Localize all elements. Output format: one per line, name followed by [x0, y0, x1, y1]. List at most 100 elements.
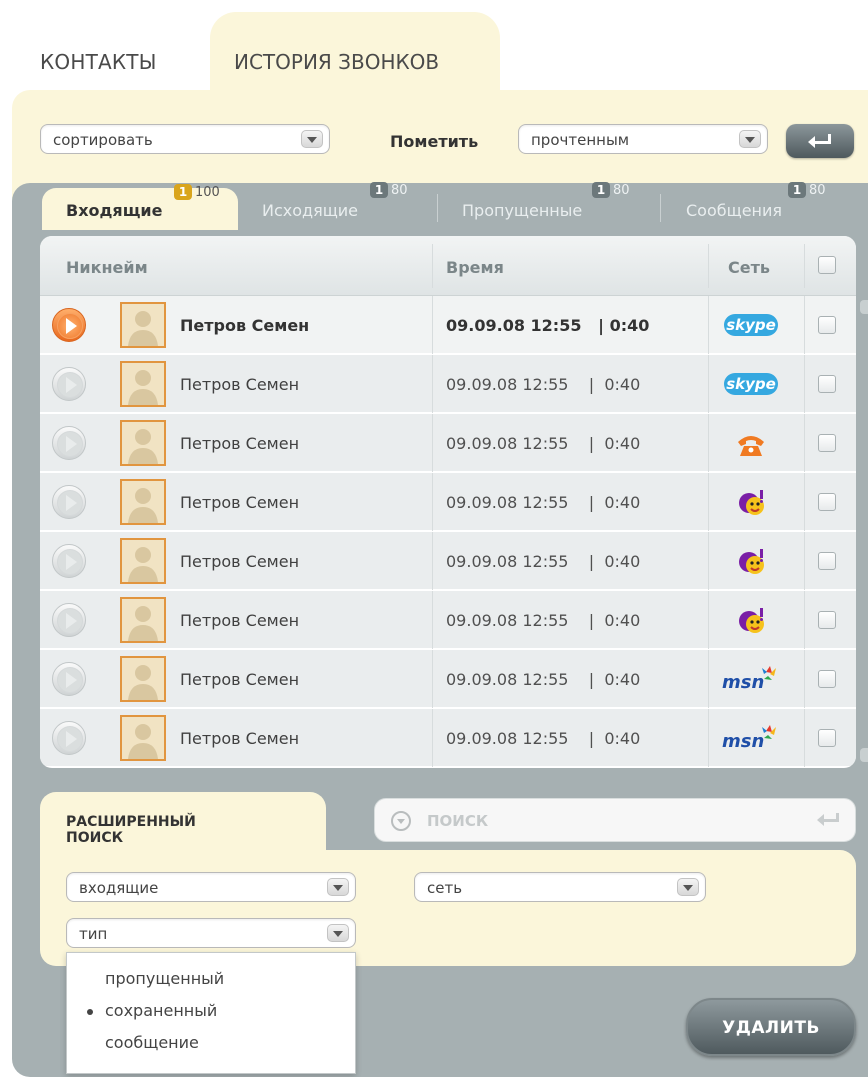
column-divider: [804, 591, 805, 649]
column-divider: [804, 296, 805, 354]
table-row[interactable]: Петров Семен 09.09.08 12:55 | 0:40: [40, 532, 856, 590]
column-header-time[interactable]: Время: [446, 258, 504, 277]
enter-arrow-icon[interactable]: [815, 812, 841, 828]
type-option-missed[interactable]: пропущенный: [105, 969, 224, 988]
play-icon[interactable]: [52, 426, 86, 460]
subtab-incoming[interactable]: Входящие 1 100: [42, 184, 238, 230]
mark-label: Пометить: [390, 132, 479, 151]
subtab-missed[interactable]: Пропущенные 1 80: [462, 182, 652, 230]
skype-icon: skype: [724, 314, 778, 336]
contact-name: Петров Семен: [180, 434, 300, 453]
table-row[interactable]: Петров Семен 09.09.08 12:55 | 0:40: [40, 473, 856, 531]
network-cell: msn: [720, 723, 782, 753]
apply-button[interactable]: [786, 124, 854, 158]
play-icon[interactable]: [52, 308, 86, 342]
column-divider: [432, 473, 433, 531]
column-divider: [804, 355, 805, 413]
avatar: [120, 361, 166, 407]
row-checkbox[interactable]: [818, 316, 836, 334]
row-checkbox[interactable]: [818, 611, 836, 629]
table-row[interactable]: Петров Семен 09.09.08 12:55 | 0:40 skype: [40, 355, 856, 413]
contact-name: Петров Семен: [180, 670, 300, 689]
subtab-missed-label: Пропущенные: [462, 201, 583, 220]
network-select[interactable]: сеть: [414, 872, 706, 902]
subtab-outgoing[interactable]: Исходящие 1 80: [262, 182, 432, 230]
type-option-saved[interactable]: сохраненный: [105, 1001, 217, 1020]
network-select-value: сеть: [427, 879, 463, 897]
avatar: [120, 656, 166, 702]
scrollbar-top[interactable]: [860, 300, 868, 314]
search-options-icon[interactable]: [391, 811, 411, 831]
row-checkbox[interactable]: [818, 552, 836, 570]
table-row[interactable]: Петров Семен 09.09.08 12:55 | 0:40 msn: [40, 709, 856, 767]
table-row[interactable]: Петров Семен 09.09.08 12:55 | 0:40: [40, 591, 856, 649]
row-checkbox[interactable]: [818, 375, 836, 393]
row-checkbox[interactable]: [818, 493, 836, 511]
table-row[interactable]: Петров Семен 09.09.08 12:55 | 0:40: [40, 414, 856, 472]
network-cell: [720, 487, 782, 517]
column-divider: [432, 650, 433, 708]
avatar: [120, 479, 166, 525]
column-divider: [708, 355, 709, 413]
chevron-down-icon[interactable]: [301, 130, 323, 148]
column-divider: [708, 473, 709, 531]
direction-select[interactable]: входящие: [66, 872, 356, 902]
column-divider: [708, 532, 709, 590]
chevron-down-icon[interactable]: [327, 924, 349, 942]
user-silhouette-icon: [122, 717, 164, 759]
call-time: 09.09.08 12:55 | 0:40: [446, 434, 641, 453]
contact-name: Петров Семен: [180, 552, 300, 571]
mark-select[interactable]: прочтенным: [518, 124, 768, 154]
table-row[interactable]: Петров Семен 09.09.08 12:55 | 0:40 msn: [40, 650, 856, 708]
enter-arrow-icon: [808, 134, 831, 148]
unread-badge: 1 80: [788, 182, 826, 198]
subtab-messages-label: Сообщения: [686, 201, 783, 220]
table-header: Никнейм Время Сеть: [40, 236, 856, 296]
network-cell: msn: [720, 664, 782, 694]
chevron-down-icon[interactable]: [739, 130, 761, 148]
table-row[interactable]: Петров Семен 09.09.08 12:55 | 0:40 skype: [40, 296, 856, 354]
row-checkbox[interactable]: [818, 670, 836, 688]
play-icon[interactable]: [52, 367, 86, 401]
play-icon[interactable]: [52, 721, 86, 755]
column-divider: [432, 355, 433, 413]
type-option-message[interactable]: сообщение: [105, 1033, 199, 1052]
tab-contacts[interactable]: КОНТАКТЫ: [40, 50, 157, 74]
play-icon[interactable]: [52, 544, 86, 578]
chevron-down-icon[interactable]: [677, 878, 699, 896]
network-cell: [720, 546, 782, 576]
delete-button[interactable]: УДАЛИТЬ: [686, 998, 856, 1056]
play-icon[interactable]: [52, 603, 86, 637]
column-divider: [708, 244, 709, 288]
chevron-down-icon[interactable]: [327, 878, 349, 896]
top-tabs: КОНТАКТЫ ИСТОРИЯ ЗВОНКОВ: [0, 0, 868, 107]
direction-select-value: входящие: [79, 879, 159, 897]
badge-number: 1: [370, 182, 388, 198]
column-header-network[interactable]: Сеть: [728, 258, 770, 277]
select-all-checkbox[interactable]: [818, 256, 836, 274]
type-select[interactable]: тип: [66, 918, 356, 948]
advanced-search-tab[interactable]: РАСШИРЕННЫЙ ПОИСК: [40, 792, 326, 864]
avatar: [120, 597, 166, 643]
user-silhouette-icon: [122, 363, 164, 405]
column-divider: [432, 296, 433, 354]
subtab-messages[interactable]: Сообщения 1 80: [686, 182, 864, 230]
contact-name: Петров Семен: [180, 375, 300, 394]
play-icon[interactable]: [52, 485, 86, 519]
column-divider: [432, 709, 433, 767]
column-divider: [432, 532, 433, 590]
search-field[interactable]: ПОИСК: [374, 798, 856, 842]
row-checkbox[interactable]: [818, 729, 836, 747]
badge-count: 100: [195, 184, 220, 200]
column-divider: [804, 244, 805, 288]
row-checkbox[interactable]: [818, 434, 836, 452]
scrollbar-bottom[interactable]: [860, 748, 868, 762]
play-icon[interactable]: [52, 662, 86, 696]
sort-select[interactable]: сортировать: [40, 124, 330, 154]
subtab-incoming-label: Входящие: [66, 201, 163, 220]
column-divider: [432, 414, 433, 472]
column-header-nickname[interactable]: Никнейм: [66, 258, 148, 277]
call-time: 09.09.08 12:55 | 0:40: [446, 670, 641, 689]
call-time: 09.09.08 12:55 | 0:40: [446, 493, 641, 512]
avatar: [120, 302, 166, 348]
